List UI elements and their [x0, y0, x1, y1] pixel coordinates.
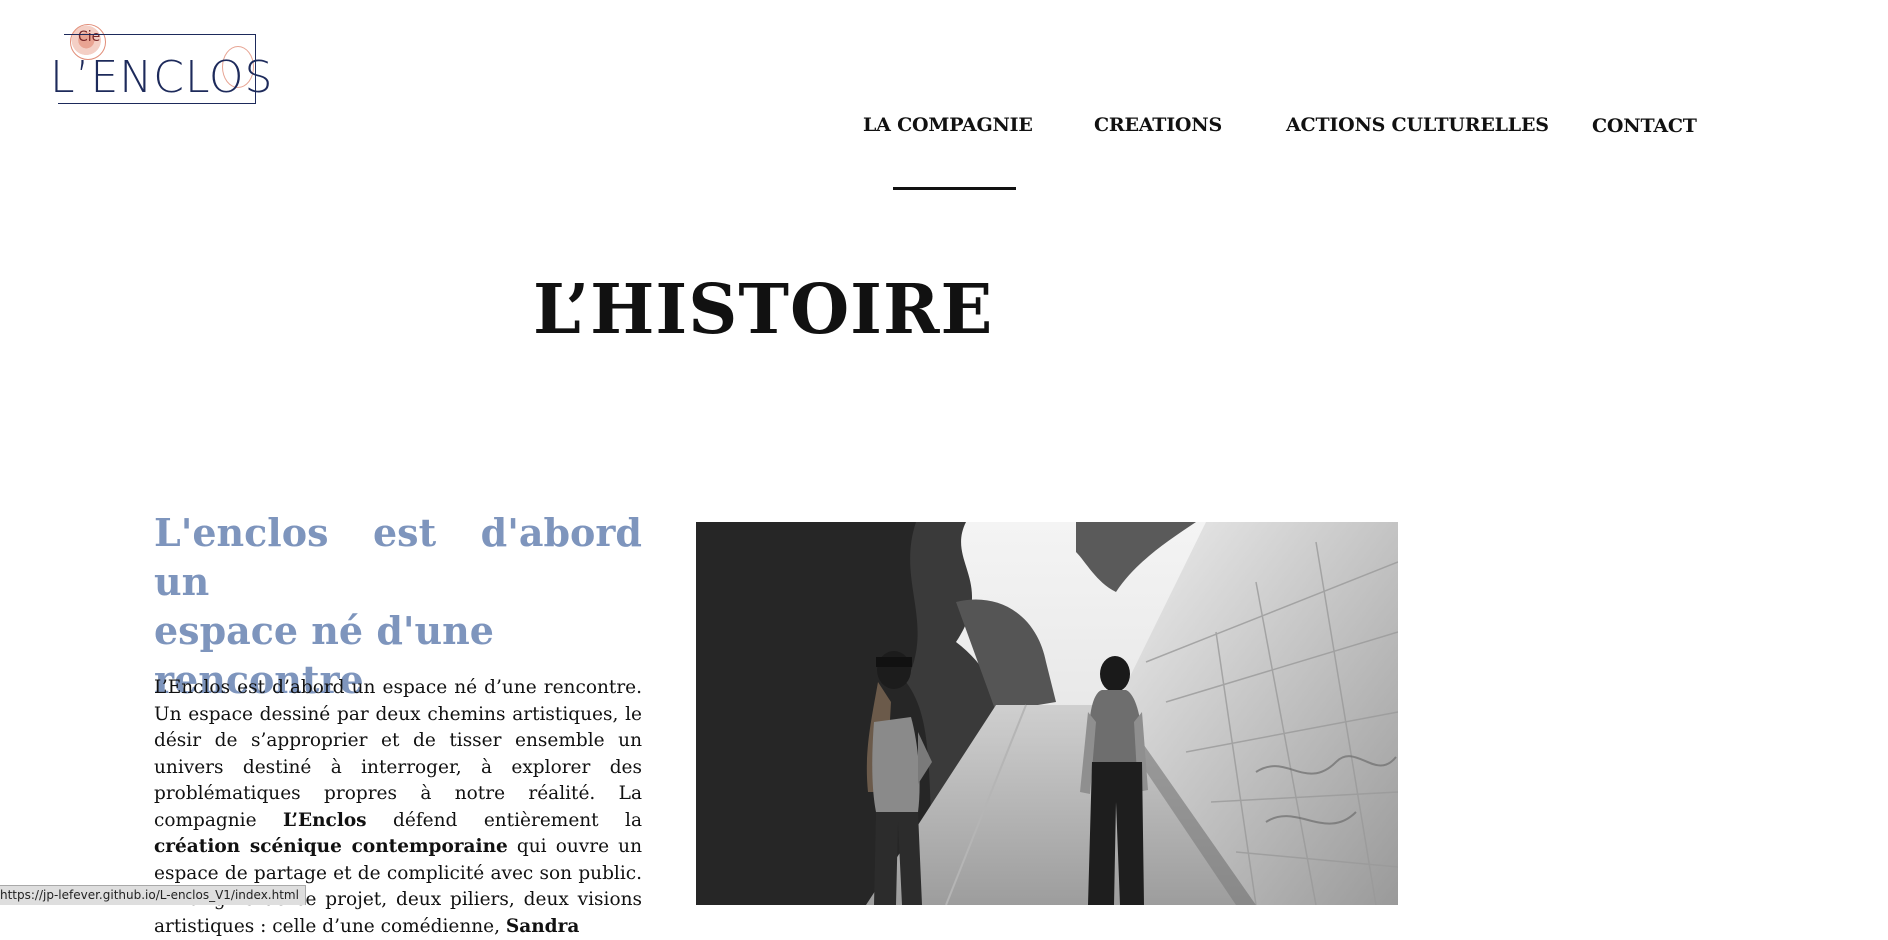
- nav-item-actions-culturelles[interactable]: ACTIONS CULTURELLES: [1286, 114, 1549, 136]
- photo-two-women-walking: [696, 522, 1398, 905]
- intro-text-run: défend entièrement la: [366, 809, 642, 831]
- main-nav: LA COMPAGNIE CREATIONS ACTIONS CULTURELL…: [0, 112, 1888, 190]
- page-title: L’HISTOIRE: [533, 270, 994, 350]
- nav-item-la-compagnie[interactable]: LA COMPAGNIE: [863, 114, 1033, 136]
- intro-heading-line: L'enclos est d'abord un: [154, 510, 642, 604]
- logo-frame-line: [58, 103, 256, 104]
- logo-brand-text: L’ENCLOS: [50, 52, 274, 103]
- history-photo: [696, 522, 1398, 905]
- intro-text-bold: création scénique contemporaine: [154, 836, 508, 857]
- browser-status-bar: https://jp-lefever.github.io/L-enclos_V1…: [0, 885, 306, 905]
- site-logo[interactable]: Cie L’ENCLOS: [50, 18, 272, 110]
- nav-item-contact[interactable]: CONTACT: [1592, 115, 1697, 137]
- intro-text-bold: Sandra: [505, 915, 580, 937]
- intro-heading-line: espace né d'une: [154, 608, 494, 653]
- logo-frame-line: [64, 34, 256, 35]
- nav-active-indicator: [893, 187, 1016, 190]
- nav-item-creations[interactable]: CREATIONS: [1094, 114, 1222, 136]
- intro-text-bold: L’Enclos: [282, 809, 367, 831]
- intro-text-run: L’Enclos est d’abord un espace né d’une …: [154, 677, 642, 831]
- logo-cie-text: Cie: [78, 29, 101, 45]
